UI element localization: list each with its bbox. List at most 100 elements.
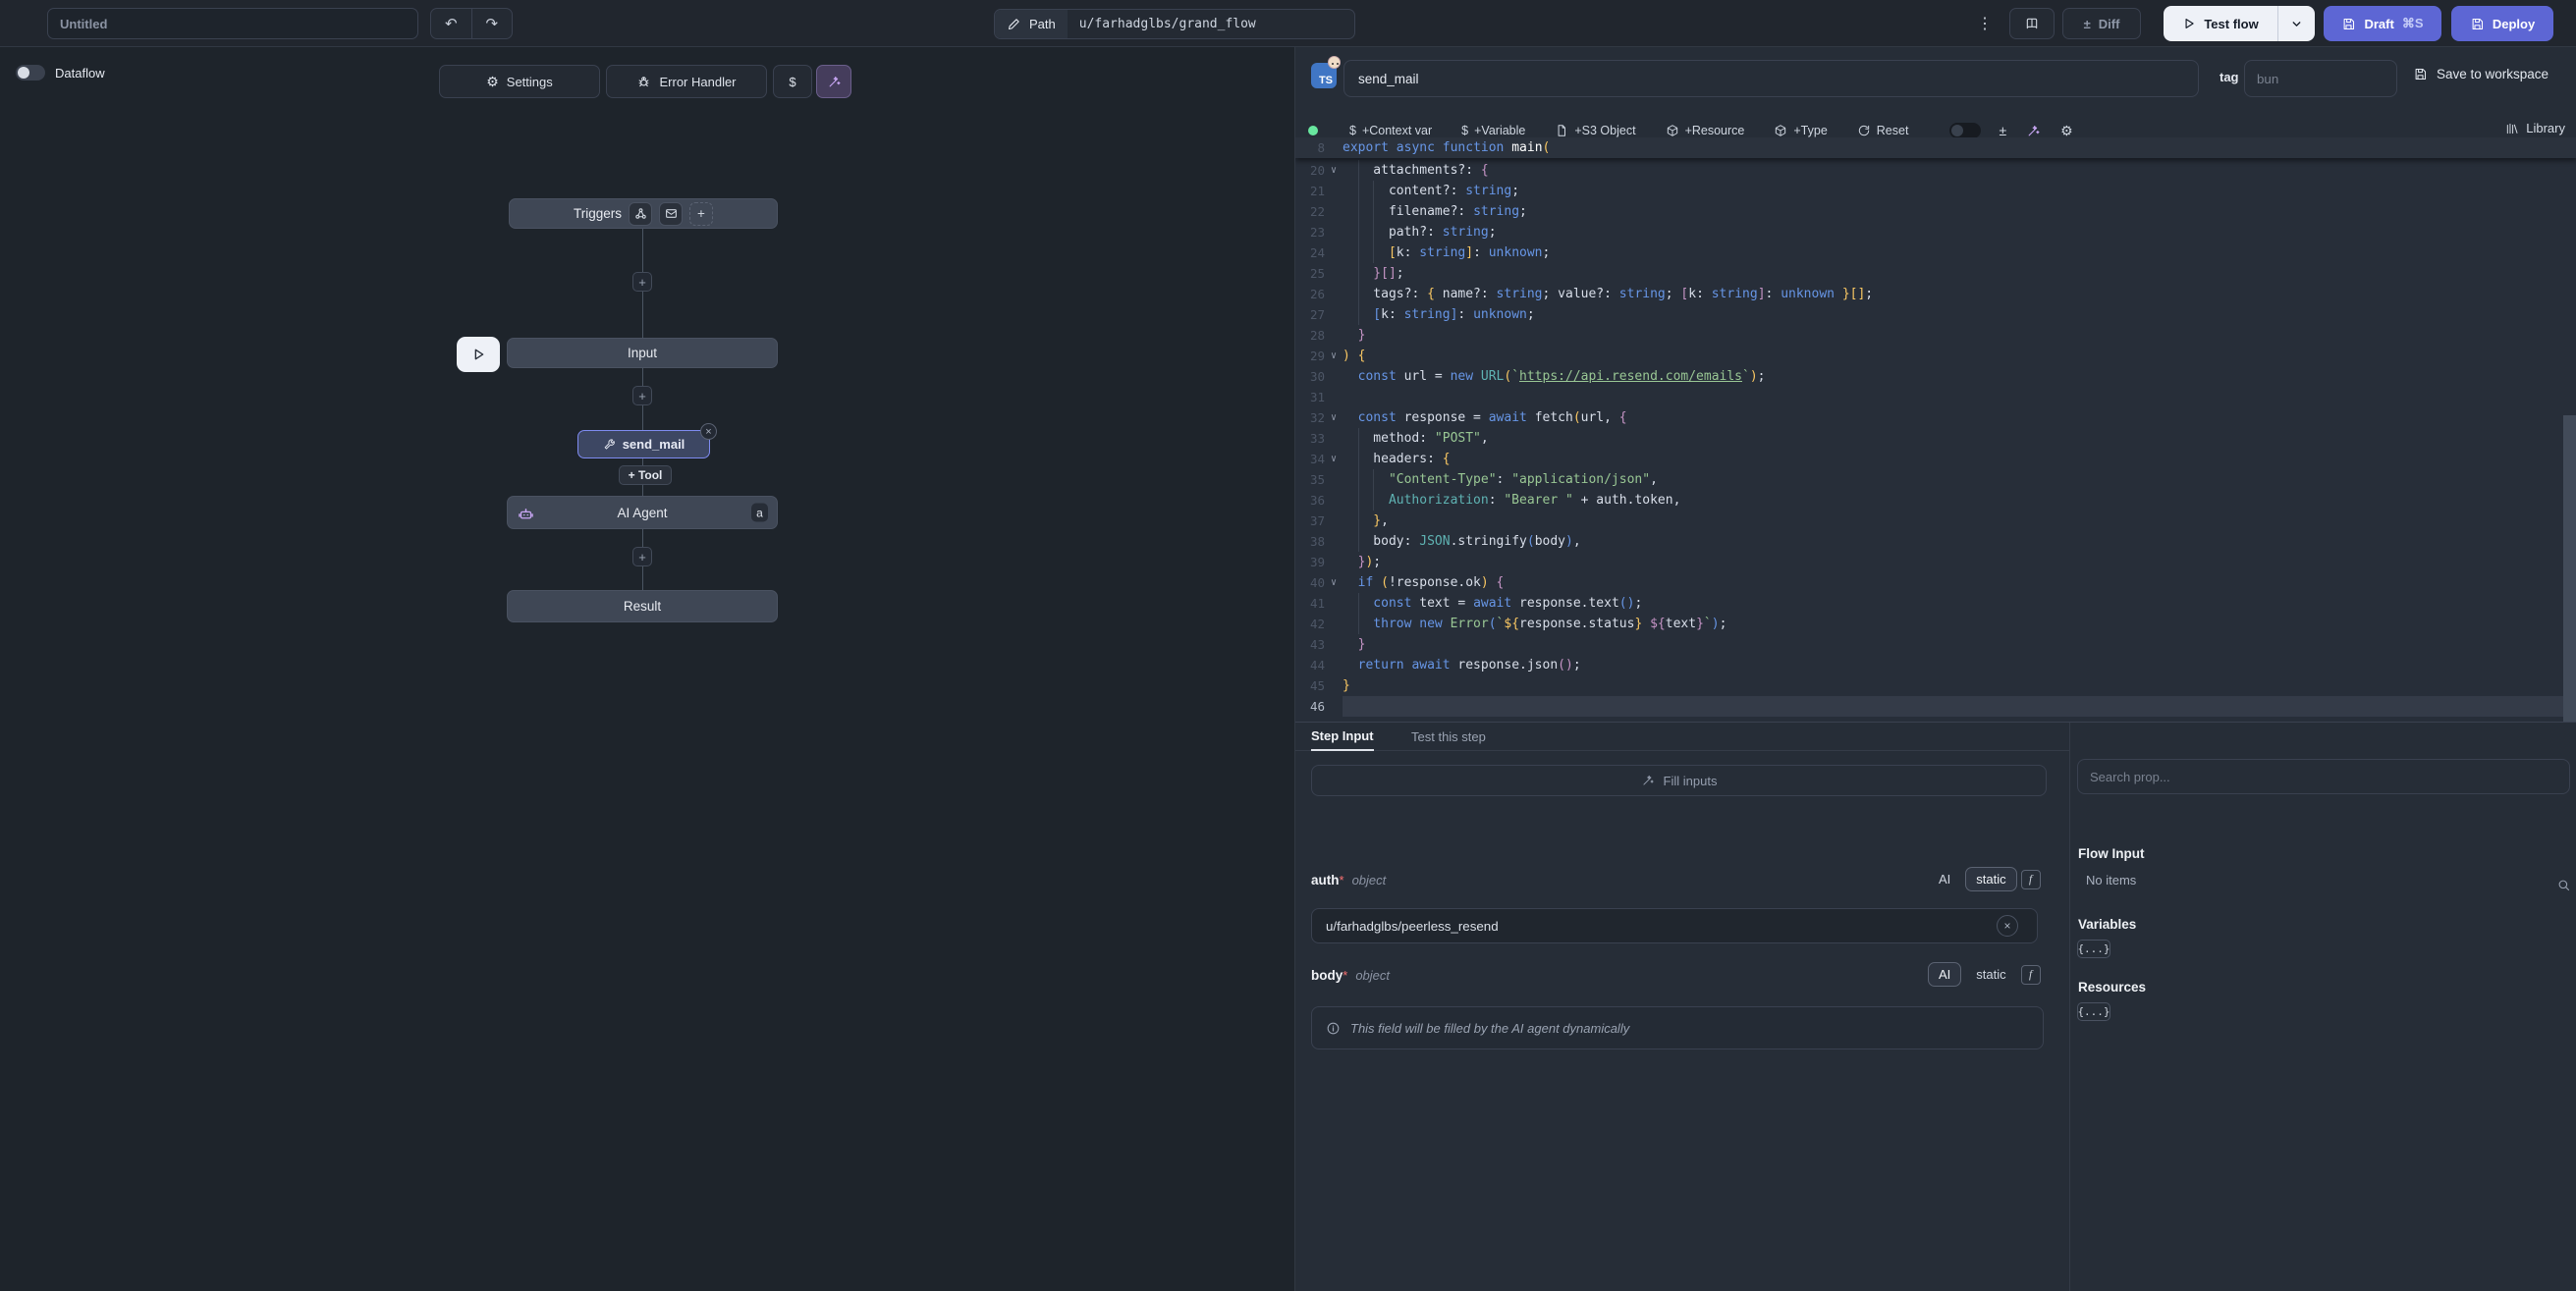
insert-step-button[interactable]: + (632, 272, 652, 292)
auth-clear-button[interactable]: × (1997, 915, 2018, 937)
sticky-scope-line[interactable]: 8export async function main( (1295, 137, 2576, 158)
code-line[interactable]: 37}, (1295, 511, 2576, 531)
save-to-workspace-button[interactable]: Save to workspace (2413, 67, 2549, 81)
add-resource-button[interactable]: +Resource (1666, 124, 1745, 137)
ai-agent-node[interactable]: AI Agent a (507, 496, 778, 529)
code-editor[interactable]: 20∨attachments?: {21content?: string;22f… (1295, 137, 2576, 722)
code-line[interactable]: 29∨) { (1295, 346, 2576, 366)
deploy-button[interactable]: Deploy (2451, 6, 2553, 41)
code-line[interactable]: 36Authorization: "Bearer " + auth.token, (1295, 490, 2576, 511)
add-trigger-button[interactable]: + (689, 202, 713, 226)
docs-button[interactable] (2009, 8, 2055, 39)
diff-button[interactable]: ± Diff (2062, 8, 2141, 39)
reset-button[interactable]: Reset (1857, 124, 1909, 137)
variables-badge[interactable]: {...} (2077, 940, 2110, 958)
file-icon (1555, 124, 1568, 137)
code-line[interactable]: 35"Content-Type": "application/json", (1295, 469, 2576, 490)
code-line[interactable]: 45} (1295, 675, 2576, 696)
code-line[interactable]: 46 (1295, 696, 2576, 717)
add-tool-button[interactable]: + Tool (619, 465, 672, 485)
test-flow-dropdown[interactable] (2277, 6, 2315, 41)
draft-button[interactable]: Draft ⌘S (2324, 6, 2441, 41)
code-line[interactable]: 27[k: string]: unknown; (1295, 304, 2576, 325)
code-line[interactable]: 42throw new Error(`${response.status} ${… (1295, 614, 2576, 634)
dataflow-toggle[interactable] (16, 65, 45, 81)
auth-mode-static[interactable]: static (1965, 867, 2016, 891)
tab-step-input[interactable]: Step Input (1311, 723, 1374, 751)
code-line[interactable]: 39}); (1295, 552, 2576, 572)
fill-inputs-button[interactable]: Fill inputs (1311, 765, 2047, 796)
error-handler-button[interactable]: Error Handler (606, 65, 767, 98)
code-line[interactable]: 38body: JSON.stringify(body), (1295, 531, 2576, 552)
tab-test-this-step[interactable]: Test this step (1411, 723, 1486, 751)
code-line[interactable]: 26tags?: { name?: string; value?: string… (1295, 284, 2576, 304)
fold-chevron-icon[interactable]: ∨ (1325, 407, 1343, 428)
webhook-trigger-button[interactable] (629, 202, 652, 226)
fold-chevron-icon[interactable]: ∨ (1325, 572, 1343, 593)
code-line[interactable]: 41const text = await response.text(); (1295, 593, 2576, 614)
fold-chevron-icon[interactable]: ∨ (1325, 449, 1343, 469)
editor-scrollbar[interactable] (2563, 415, 2576, 722)
assistant-toggle[interactable] (1949, 123, 1981, 138)
add-type-button[interactable]: +Type (1774, 124, 1827, 137)
code-line[interactable]: 40∨if (!response.ok) { (1295, 572, 2576, 593)
body-mode-static[interactable]: static (1965, 962, 2016, 987)
insert-step-button[interactable]: + (632, 386, 652, 405)
more-menu-button[interactable]: ⋮ (1976, 12, 1994, 35)
code-line[interactable]: 28} (1295, 325, 2576, 346)
body-mode-ai[interactable]: AI (1928, 962, 1961, 987)
code-line[interactable]: 25}[]; (1295, 263, 2576, 284)
test-flow-button[interactable]: Test flow (2164, 6, 2277, 41)
run-from-input-button[interactable] (457, 337, 500, 372)
auth-mode-ai[interactable]: AI (1928, 867, 1961, 891)
flow-summary-input[interactable] (47, 8, 418, 39)
step-name-input[interactable] (1343, 60, 2199, 97)
ai-wand-button[interactable] (816, 65, 851, 98)
result-node[interactable]: Result (507, 590, 778, 622)
search-prop-input[interactable] (2077, 759, 2570, 794)
add-context-var-button[interactable]: $ +Context var (1349, 124, 1432, 137)
dollar-toggle-button[interactable]: $ (773, 65, 812, 98)
library-button[interactable]: Library (2505, 121, 2565, 135)
code-line[interactable]: 34∨headers: { (1295, 449, 2576, 469)
code-line[interactable]: 8export async function main( (1295, 137, 2576, 158)
insert-step-button[interactable]: + (632, 547, 652, 566)
tool-node-send-mail[interactable]: send_mail (577, 430, 710, 458)
diff-mode-button[interactable]: ± (1999, 123, 2006, 138)
editor-settings-button[interactable]: ⚙ (2060, 123, 2073, 139)
code-line[interactable]: 31 (1295, 387, 2576, 407)
undo-button[interactable]: ↶ (431, 9, 472, 38)
input-node[interactable]: Input (507, 338, 778, 368)
code-line[interactable]: 43} (1295, 634, 2576, 655)
redo-button[interactable]: ↷ (472, 9, 513, 38)
package-icon (1666, 124, 1679, 137)
search-icon[interactable] (2556, 878, 2571, 892)
auth-value-input[interactable] (1311, 908, 2038, 943)
code-line[interactable]: 21content?: string; (1295, 181, 2576, 201)
fold-chevron-icon[interactable]: ∨ (1325, 160, 1343, 181)
add-variable-button[interactable]: $ +Variable (1461, 124, 1525, 137)
body-expr-button[interactable]: f (2021, 965, 2041, 985)
path-value: u/farhadglbs/grand_flow (1068, 17, 1268, 31)
resources-badge[interactable]: {...} (2077, 1002, 2110, 1021)
triggers-node[interactable]: Triggers + (509, 198, 778, 229)
flow-settings-button[interactable]: ⚙ Settings (439, 65, 600, 98)
fold-chevron-icon[interactable]: ∨ (1325, 346, 1343, 366)
code-line[interactable]: 22filename?: string; (1295, 201, 2576, 222)
top-bar: ↶ ↷ Path u/farhadglbs/grand_flow ⋮ ± Dif… (0, 0, 2576, 47)
path-button[interactable]: Path u/farhadglbs/grand_flow (994, 9, 1355, 39)
remove-tool-button[interactable]: × (700, 423, 717, 440)
code-line[interactable]: 32∨const response = await fetch(url, { (1295, 407, 2576, 428)
flow-canvas[interactable]: Dataflow ⚙ Settings Error Handler $ Trig… (0, 47, 1294, 1291)
code-line[interactable]: 30const url = new URL(`https://api.resen… (1295, 366, 2576, 387)
tag-input[interactable] (2244, 60, 2397, 97)
code-line[interactable]: 33method: "POST", (1295, 428, 2576, 449)
auth-expr-button[interactable]: f (2021, 870, 2041, 889)
email-trigger-button[interactable] (659, 202, 683, 226)
code-line[interactable]: 44return await response.json(); (1295, 655, 2576, 675)
add-s3-object-button[interactable]: +S3 Object (1555, 124, 1635, 137)
code-line[interactable]: 23path?: string; (1295, 222, 2576, 242)
code-line[interactable]: 24[k: string]: unknown; (1295, 242, 2576, 263)
code-line[interactable]: 20∨attachments?: { (1295, 160, 2576, 181)
ai-wand-button[interactable] (2026, 124, 2041, 138)
